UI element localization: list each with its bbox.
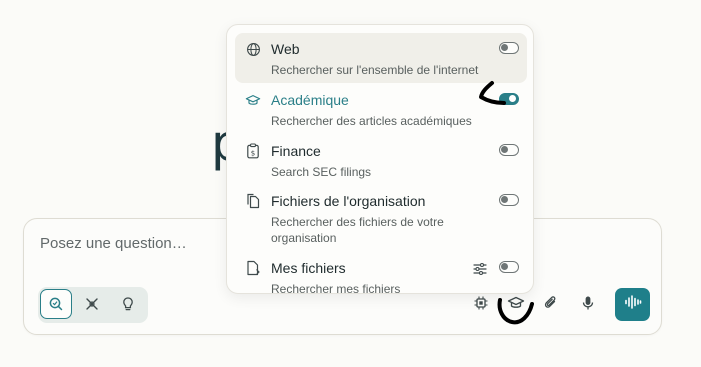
graduation-cap-icon — [507, 295, 525, 316]
source-item-description: Rechercher des fichiers de votre organis… — [271, 215, 444, 245]
academic-source-button[interactable] — [504, 293, 528, 317]
source-item-title: Finance — [271, 143, 321, 159]
search-mode-button[interactable] — [40, 289, 72, 319]
paperclip-icon — [543, 295, 559, 316]
source-item-description: Rechercher des articles académiques — [271, 114, 472, 128]
search-mode-selector — [38, 287, 148, 323]
source-item-title: Académique — [271, 92, 349, 108]
question-input[interactable]: Posez une question… — [40, 235, 187, 252]
voice-wave-icon — [624, 294, 642, 315]
graduation-cap-icon — [245, 92, 261, 108]
source-item-title: Web — [271, 41, 300, 57]
attach-button[interactable] — [539, 293, 563, 317]
source-item-description: Search SEC filings — [271, 165, 372, 179]
my-files-toggle[interactable] — [499, 261, 519, 273]
sliders-settings-icon[interactable] — [473, 262, 487, 276]
finance-toggle[interactable] — [499, 144, 519, 156]
chip-button[interactable] — [469, 293, 493, 317]
source-item-title: Fichiers de l'organisation — [271, 193, 426, 209]
globe-icon — [245, 41, 261, 57]
source-item-description: Rechercher sur l'ensemble de l'internet — [271, 63, 479, 77]
search-mode-icon — [48, 296, 64, 312]
source-item-finance[interactable]: $ Finance Search SEC filings — [235, 135, 527, 185]
lightbulb-mode-button[interactable] — [112, 289, 144, 319]
source-item-academic[interactable]: Académique Rechercher des articles acadé… — [235, 84, 527, 134]
svg-text:$: $ — [251, 149, 255, 157]
voice-mode-button[interactable] — [615, 288, 650, 321]
dictation-button[interactable] — [576, 293, 600, 317]
research-mode-icon — [84, 296, 100, 312]
sources-menu: Web Rechercher sur l'ensemble de l'inter… — [226, 24, 534, 294]
organization-files-toggle[interactable] — [499, 194, 519, 206]
lightbulb-mode-icon — [120, 296, 136, 312]
web-toggle[interactable] — [499, 42, 519, 54]
research-mode-button[interactable] — [76, 289, 108, 319]
finance-clipboard-icon: $ — [245, 143, 261, 159]
academic-toggle[interactable] — [499, 93, 519, 105]
source-item-my-files[interactable]: Mes fichiers Rechercher mes fichiers — [235, 252, 527, 294]
source-item-description: Rechercher mes fichiers — [271, 282, 401, 294]
source-item-organization-files[interactable]: Fichiers de l'organisation Rechercher de… — [235, 185, 527, 251]
microphone-icon — [580, 295, 596, 316]
chip-icon — [473, 295, 489, 316]
source-item-title: Mes fichiers — [271, 260, 346, 276]
source-item-web[interactable]: Web Rechercher sur l'ensemble de l'inter… — [235, 33, 527, 83]
file-icon — [245, 260, 261, 276]
files-icon — [245, 193, 261, 209]
